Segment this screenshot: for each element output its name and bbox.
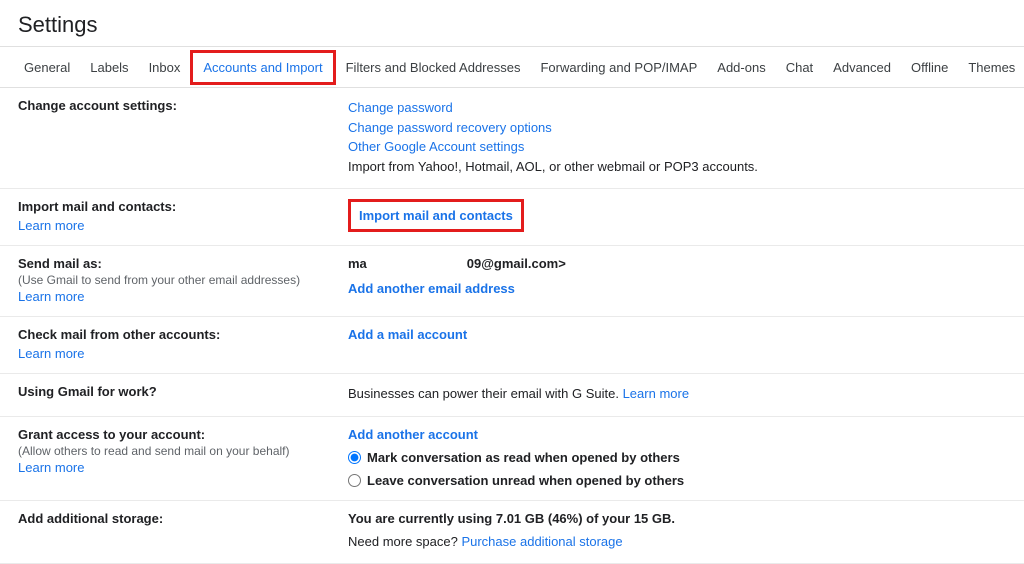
tab-addons[interactable]: Add-ons: [707, 50, 775, 85]
import-mail-highlight: Import mail and contacts: [348, 199, 524, 232]
import-mail-heading: Import mail and contacts:: [18, 199, 318, 216]
link-add-email[interactable]: Add another email address: [348, 281, 515, 296]
settings-tabs: General Labels Inbox Accounts and Import…: [0, 46, 1024, 88]
radio-leave-unread-label: Leave conversation unread when opened by…: [367, 473, 684, 488]
send-mail-sub: (Use Gmail to send from your other email…: [18, 273, 318, 287]
import-note: Import from Yahoo!, Hotmail, AOL, or oth…: [348, 157, 1006, 177]
tab-advanced[interactable]: Advanced: [823, 50, 901, 85]
link-other-settings[interactable]: Other Google Account settings: [348, 137, 1006, 157]
page-title: Settings: [0, 0, 1024, 46]
tab-accounts-import[interactable]: Accounts and Import: [190, 50, 335, 85]
storage-heading: Add additional storage:: [18, 511, 318, 528]
send-mail-learn-more[interactable]: Learn more: [18, 289, 318, 304]
tab-forwarding[interactable]: Forwarding and POP/IMAP: [530, 50, 707, 85]
radio-mark-read[interactable]: [348, 451, 361, 464]
storage-usage: You are currently using 7.01 GB (46%) of…: [348, 511, 1006, 526]
section-gmail-work: Using Gmail for work? Businesses can pow…: [0, 374, 1024, 417]
tab-general[interactable]: General: [14, 50, 80, 85]
tab-themes[interactable]: Themes: [958, 50, 1024, 85]
storage-more-space: Need more space?: [348, 534, 461, 549]
email-suffix: 09@gmail.com>: [467, 256, 566, 271]
email-prefix: ma: [348, 256, 367, 271]
section-change-account: Change account settings: Change password…: [0, 88, 1024, 189]
tab-filters[interactable]: Filters and Blocked Addresses: [336, 50, 531, 85]
gmail-work-heading: Using Gmail for work?: [18, 384, 318, 401]
tab-labels[interactable]: Labels: [80, 50, 138, 85]
import-mail-learn-more[interactable]: Learn more: [18, 218, 318, 233]
tab-chat[interactable]: Chat: [776, 50, 823, 85]
section-storage: Add additional storage: You are currentl…: [0, 501, 1024, 564]
link-import-mail-contacts[interactable]: Import mail and contacts: [359, 208, 513, 223]
grant-access-sub: (Allow others to read and send mail on y…: [18, 444, 318, 458]
link-add-mail-account[interactable]: Add a mail account: [348, 327, 467, 342]
radio-mark-read-label: Mark conversation as read when opened by…: [367, 450, 680, 465]
change-account-heading: Change account settings:: [18, 98, 318, 115]
grant-access-learn-more[interactable]: Learn more: [18, 460, 318, 475]
link-change-password[interactable]: Change password: [348, 98, 1006, 118]
check-mail-heading: Check mail from other accounts:: [18, 327, 318, 344]
section-grant-access: Grant access to your account: (Allow oth…: [0, 417, 1024, 501]
send-mail-heading: Send mail as:: [18, 256, 318, 273]
section-send-mail-as: Send mail as: (Use Gmail to send from yo…: [0, 246, 1024, 317]
gmail-work-text: Businesses can power their email with G …: [348, 386, 623, 401]
gmail-work-learn-more[interactable]: Learn more: [623, 386, 689, 401]
link-purchase-storage[interactable]: Purchase additional storage: [461, 534, 622, 549]
link-add-another-account[interactable]: Add another account: [348, 427, 478, 442]
link-recovery-options[interactable]: Change password recovery options: [348, 118, 1006, 138]
check-mail-learn-more[interactable]: Learn more: [18, 346, 318, 361]
tab-inbox[interactable]: Inbox: [139, 50, 191, 85]
grant-access-heading: Grant access to your account:: [18, 427, 318, 444]
radio-leave-unread[interactable]: [348, 474, 361, 487]
tab-offline[interactable]: Offline: [901, 50, 958, 85]
email-gap: [367, 256, 467, 271]
send-mail-email: ma 09@gmail.com>: [348, 256, 1006, 271]
section-check-mail: Check mail from other accounts: Learn mo…: [0, 317, 1024, 374]
section-import-mail: Import mail and contacts: Learn more Imp…: [0, 189, 1024, 246]
